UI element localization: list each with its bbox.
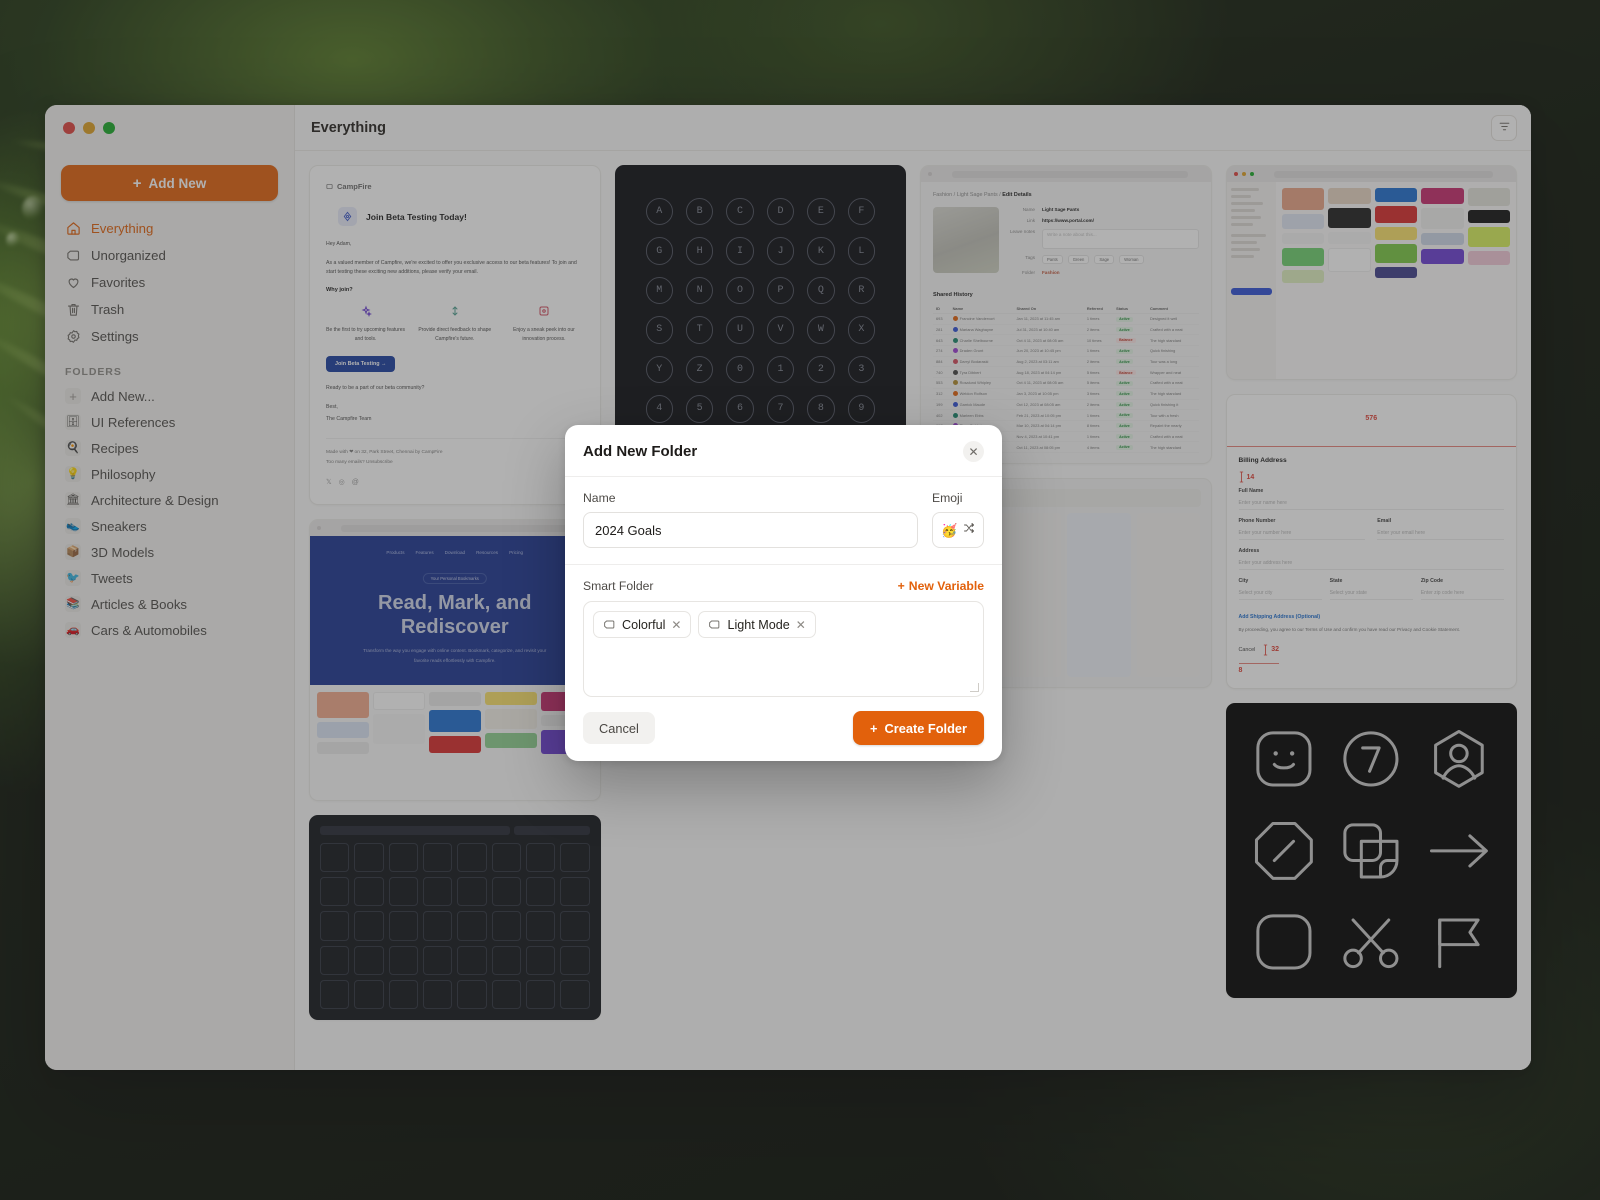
- name-label: Name: [583, 491, 616, 505]
- remove-chip-icon[interactable]: ✕: [671, 619, 681, 631]
- resize-handle[interactable]: [970, 683, 979, 692]
- dialog-title: Add New Folder: [583, 443, 698, 460]
- smart-folder-input-area[interactable]: Colorful ✕ Light Mode ✕: [583, 601, 984, 697]
- new-variable-button[interactable]: + New Variable: [898, 579, 984, 593]
- cancel-button[interactable]: Cancel: [583, 712, 655, 744]
- add-new-folder-dialog: Add New Folder ✕ Name Emoji 🥳 Sm: [565, 425, 1002, 761]
- plus-icon: +: [897, 579, 905, 593]
- emoji-picker-button[interactable]: 🥳: [932, 512, 984, 548]
- tag-icon: [603, 618, 616, 631]
- close-dialog-button[interactable]: ✕: [963, 441, 984, 462]
- dialog-divider: [565, 564, 1002, 565]
- selected-emoji: 🥳: [941, 522, 958, 538]
- dialog-body: Name Emoji 🥳 Smart Folder + New Variable: [565, 477, 1002, 697]
- plus-icon: +: [870, 720, 878, 736]
- close-icon: ✕: [968, 444, 979, 459]
- variable-chip-light-mode[interactable]: Light Mode ✕: [698, 611, 816, 638]
- emoji-field-group: Emoji 🥳: [932, 491, 984, 548]
- smart-folder-label: Smart Folder: [583, 579, 654, 593]
- folder-name-input[interactable]: [583, 512, 918, 548]
- tag-icon: [708, 618, 721, 631]
- emoji-label: Emoji: [932, 491, 963, 505]
- create-folder-label: Create Folder: [884, 720, 968, 736]
- smart-folder-header: Smart Folder + New Variable: [583, 579, 984, 593]
- remove-chip-icon[interactable]: ✕: [796, 619, 806, 631]
- dialog-footer: Cancel + Create Folder: [565, 697, 1002, 761]
- chip-label: Colorful: [622, 617, 666, 632]
- new-variable-label: New Variable: [908, 579, 984, 593]
- create-folder-button[interactable]: + Create Folder: [853, 711, 984, 745]
- name-and-emoji-row: Name Emoji 🥳: [583, 491, 984, 548]
- name-field-group: Name: [583, 491, 918, 548]
- chip-label: Light Mode: [727, 617, 790, 632]
- shuffle-icon[interactable]: [963, 521, 975, 539]
- variable-chip-colorful[interactable]: Colorful ✕: [593, 611, 692, 638]
- dialog-header: Add New Folder ✕: [565, 425, 1002, 477]
